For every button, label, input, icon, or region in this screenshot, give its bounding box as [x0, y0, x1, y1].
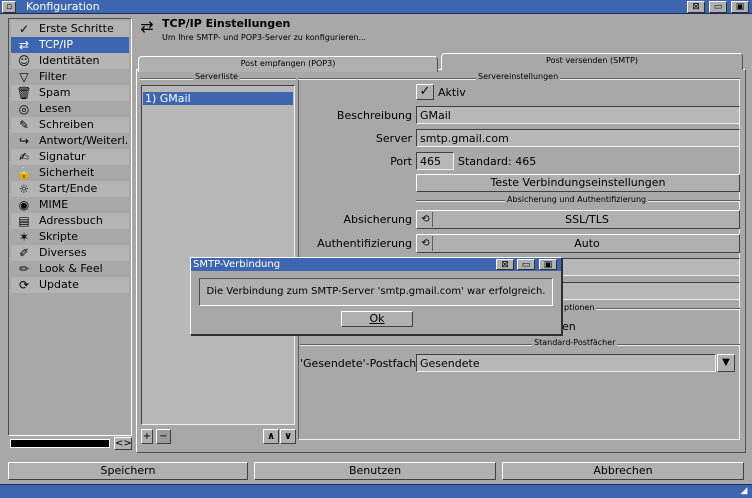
sidebar-item-mime[interactable]: ◉ MIME	[11, 197, 129, 213]
aktiv-label: Aktiv	[438, 86, 466, 99]
reply-icon: ↪	[18, 134, 30, 148]
remove-server-button[interactable]: −	[156, 429, 171, 444]
tools-icon: ✐	[18, 246, 30, 260]
sidebar-item-signatur[interactable]: ✍ Signatur	[11, 149, 129, 165]
divider	[300, 344, 740, 346]
save-button[interactable]: Speichern	[8, 462, 248, 480]
tab-pop3[interactable]: Post empfangen (POP3)	[138, 56, 438, 72]
close-gadget-icon[interactable]: ▫	[2, 1, 16, 13]
port-standard-text: Standard: 465	[458, 155, 537, 168]
network-icon: ⇄	[18, 38, 30, 52]
iconify-gadget-icon[interactable]: ▣	[731, 1, 749, 13]
glasses-icon: ◎	[18, 102, 30, 116]
test-connection-button[interactable]: Teste Verbindungseinstellungen	[416, 174, 740, 192]
gesendete-label: 'Gesendete'-Postfach	[300, 357, 417, 370]
user-field[interactable]	[560, 258, 740, 276]
sidebar-item-filter[interactable]: ▽ Filter	[11, 69, 129, 85]
move-down-button[interactable]: ∨	[280, 429, 296, 444]
ok-button[interactable]: Ok	[341, 311, 413, 327]
sidebar-item-schreiben[interactable]: ✎ Schreiben	[11, 117, 129, 133]
status-bar: ◢	[0, 484, 752, 498]
absicherung-label: Absicherung	[343, 213, 412, 226]
absicherung-cycle[interactable]: ⟲ SSL/TLS	[416, 210, 740, 229]
addressbook-icon: ▤	[18, 214, 30, 228]
cycle-icon: ⟲	[419, 236, 433, 251]
signature-icon: ✍	[18, 150, 30, 164]
options-group-title: ptionen	[562, 303, 597, 313]
sidebar-item-lesen[interactable]: ◎ Lesen	[11, 101, 129, 117]
dialog-zoom-icon[interactable]: ▭	[517, 259, 535, 270]
sidebar-item-antwort[interactable]: ↪ Antwort/Weiterl.	[11, 133, 129, 149]
serverlist-title: Serverliste	[193, 72, 240, 82]
trash-icon: 🗑	[16, 86, 32, 100]
depth-gadget-icon[interactable]: ⊠	[687, 1, 705, 13]
beschreibung-label: Beschreibung	[336, 109, 412, 122]
sidebar-item-adressbuch[interactable]: ▤ Adressbuch	[11, 213, 129, 229]
page-title: TCP/IP Einstellungen	[162, 17, 291, 30]
sidebar-item-tcpip[interactable]: ⇄ TCP/IP	[11, 37, 129, 53]
server-label: Server	[375, 132, 412, 145]
sidebar-item-start-ende[interactable]: ☼ Start/Ende	[11, 181, 129, 197]
cancel-button[interactable]: Abbrechen	[502, 462, 744, 480]
sidebar: ✓ Erste Schritte ⇄ TCP/IP ☺ Identitäten ▽ Fi…	[8, 18, 132, 436]
resize-gadget-icon[interactable]: ◢	[738, 486, 750, 497]
sidebar-item-look-feel[interactable]: ✏ Look & Feel	[11, 261, 129, 277]
sidebar-item-identitaeten[interactable]: ☺ Identitäten	[11, 53, 129, 69]
aktiv-checkbox[interactable]: ✓	[416, 84, 434, 100]
sidebar-item-sicherheit[interactable]: 🔒 Sicherheit	[11, 165, 129, 181]
server-list[interactable]: 1) GMail	[141, 85, 295, 425]
password-field[interactable]	[560, 282, 740, 300]
auth-cycle[interactable]: ⟲ Auto	[416, 234, 740, 253]
pen-icon: ✎	[18, 118, 30, 132]
use-button[interactable]: Benutzen	[254, 462, 496, 480]
cycle-icon: ⟲	[419, 212, 433, 227]
security-group-title: Absicherung und Authentifizierung	[505, 195, 649, 205]
scroll-arrows-icon[interactable]: <>	[114, 437, 132, 450]
dialog-message: Die Verbindung zum SMTP-Server 'smtp.gma…	[199, 278, 553, 306]
add-server-button[interactable]: +	[141, 429, 153, 444]
port-label: Port	[390, 155, 412, 168]
tab-smtp[interactable]: Post versenden (SMTP)	[441, 53, 743, 70]
sidebar-item-diverses[interactable]: ✐ Diverses	[11, 245, 129, 261]
identity-icon: ☺	[17, 54, 31, 68]
gesendete-field[interactable]: Gesendete	[416, 354, 716, 372]
dialog-depth-icon[interactable]: ▣	[539, 259, 557, 270]
list-item[interactable]: 1) GMail	[143, 92, 293, 105]
sidebar-item-erste-schritte[interactable]: ✓ Erste Schritte	[11, 21, 129, 37]
update-icon: ⟳	[18, 278, 30, 292]
checkmark-icon: ✓	[18, 22, 30, 36]
eye-icon: ◉	[18, 198, 30, 212]
script-icon: ✶	[18, 230, 30, 244]
sidebar-scrollbar[interactable]: <>	[10, 437, 132, 451]
option-label: en	[562, 320, 576, 333]
sidebar-item-update[interactable]: ⟳ Update	[11, 277, 129, 293]
filter-icon: ▽	[19, 70, 29, 84]
brush-icon: ✏	[18, 262, 30, 276]
zoom-gadget-icon[interactable]: ▭	[709, 1, 727, 13]
lightbulb-icon: ☼	[18, 182, 30, 196]
settings-group-title: Servereinstellungen	[476, 72, 561, 82]
scrollbar-knob[interactable]	[10, 439, 110, 448]
mailbox-group-title: Standard-Postfächer	[532, 338, 618, 348]
page-subtitle: Um Ihre SMTP- und POP3-Server zu konfigu…	[162, 33, 367, 42]
beschreibung-field[interactable]: GMail	[416, 106, 740, 124]
window-titlebar[interactable]: ▫ Konfiguration ⊠ ▭ ▣	[0, 0, 752, 14]
network-icon: ⇄	[140, 17, 154, 36]
lock-icon: 🔒	[16, 166, 32, 180]
dialog-title: SMTP-Verbindung	[193, 259, 281, 270]
smtp-connection-dialog: SMTP-Verbindung ⊠ ▭ ▣ Die Verbindung zum…	[190, 257, 562, 335]
sidebar-item-skripte[interactable]: ✶ Skripte	[11, 229, 129, 245]
move-up-button[interactable]: ∧	[263, 429, 279, 444]
auth-label: Authentifizierung	[317, 237, 412, 250]
sidebar-item-spam[interactable]: 🗑 Spam	[11, 85, 129, 101]
dialog-close-icon[interactable]: ⊠	[496, 259, 514, 270]
server-field[interactable]: smtp.gmail.com	[416, 129, 740, 147]
window-title: Konfiguration	[26, 0, 100, 13]
port-field[interactable]: 465	[416, 152, 454, 170]
popup-arrow-icon[interactable]: ▼	[717, 354, 735, 372]
